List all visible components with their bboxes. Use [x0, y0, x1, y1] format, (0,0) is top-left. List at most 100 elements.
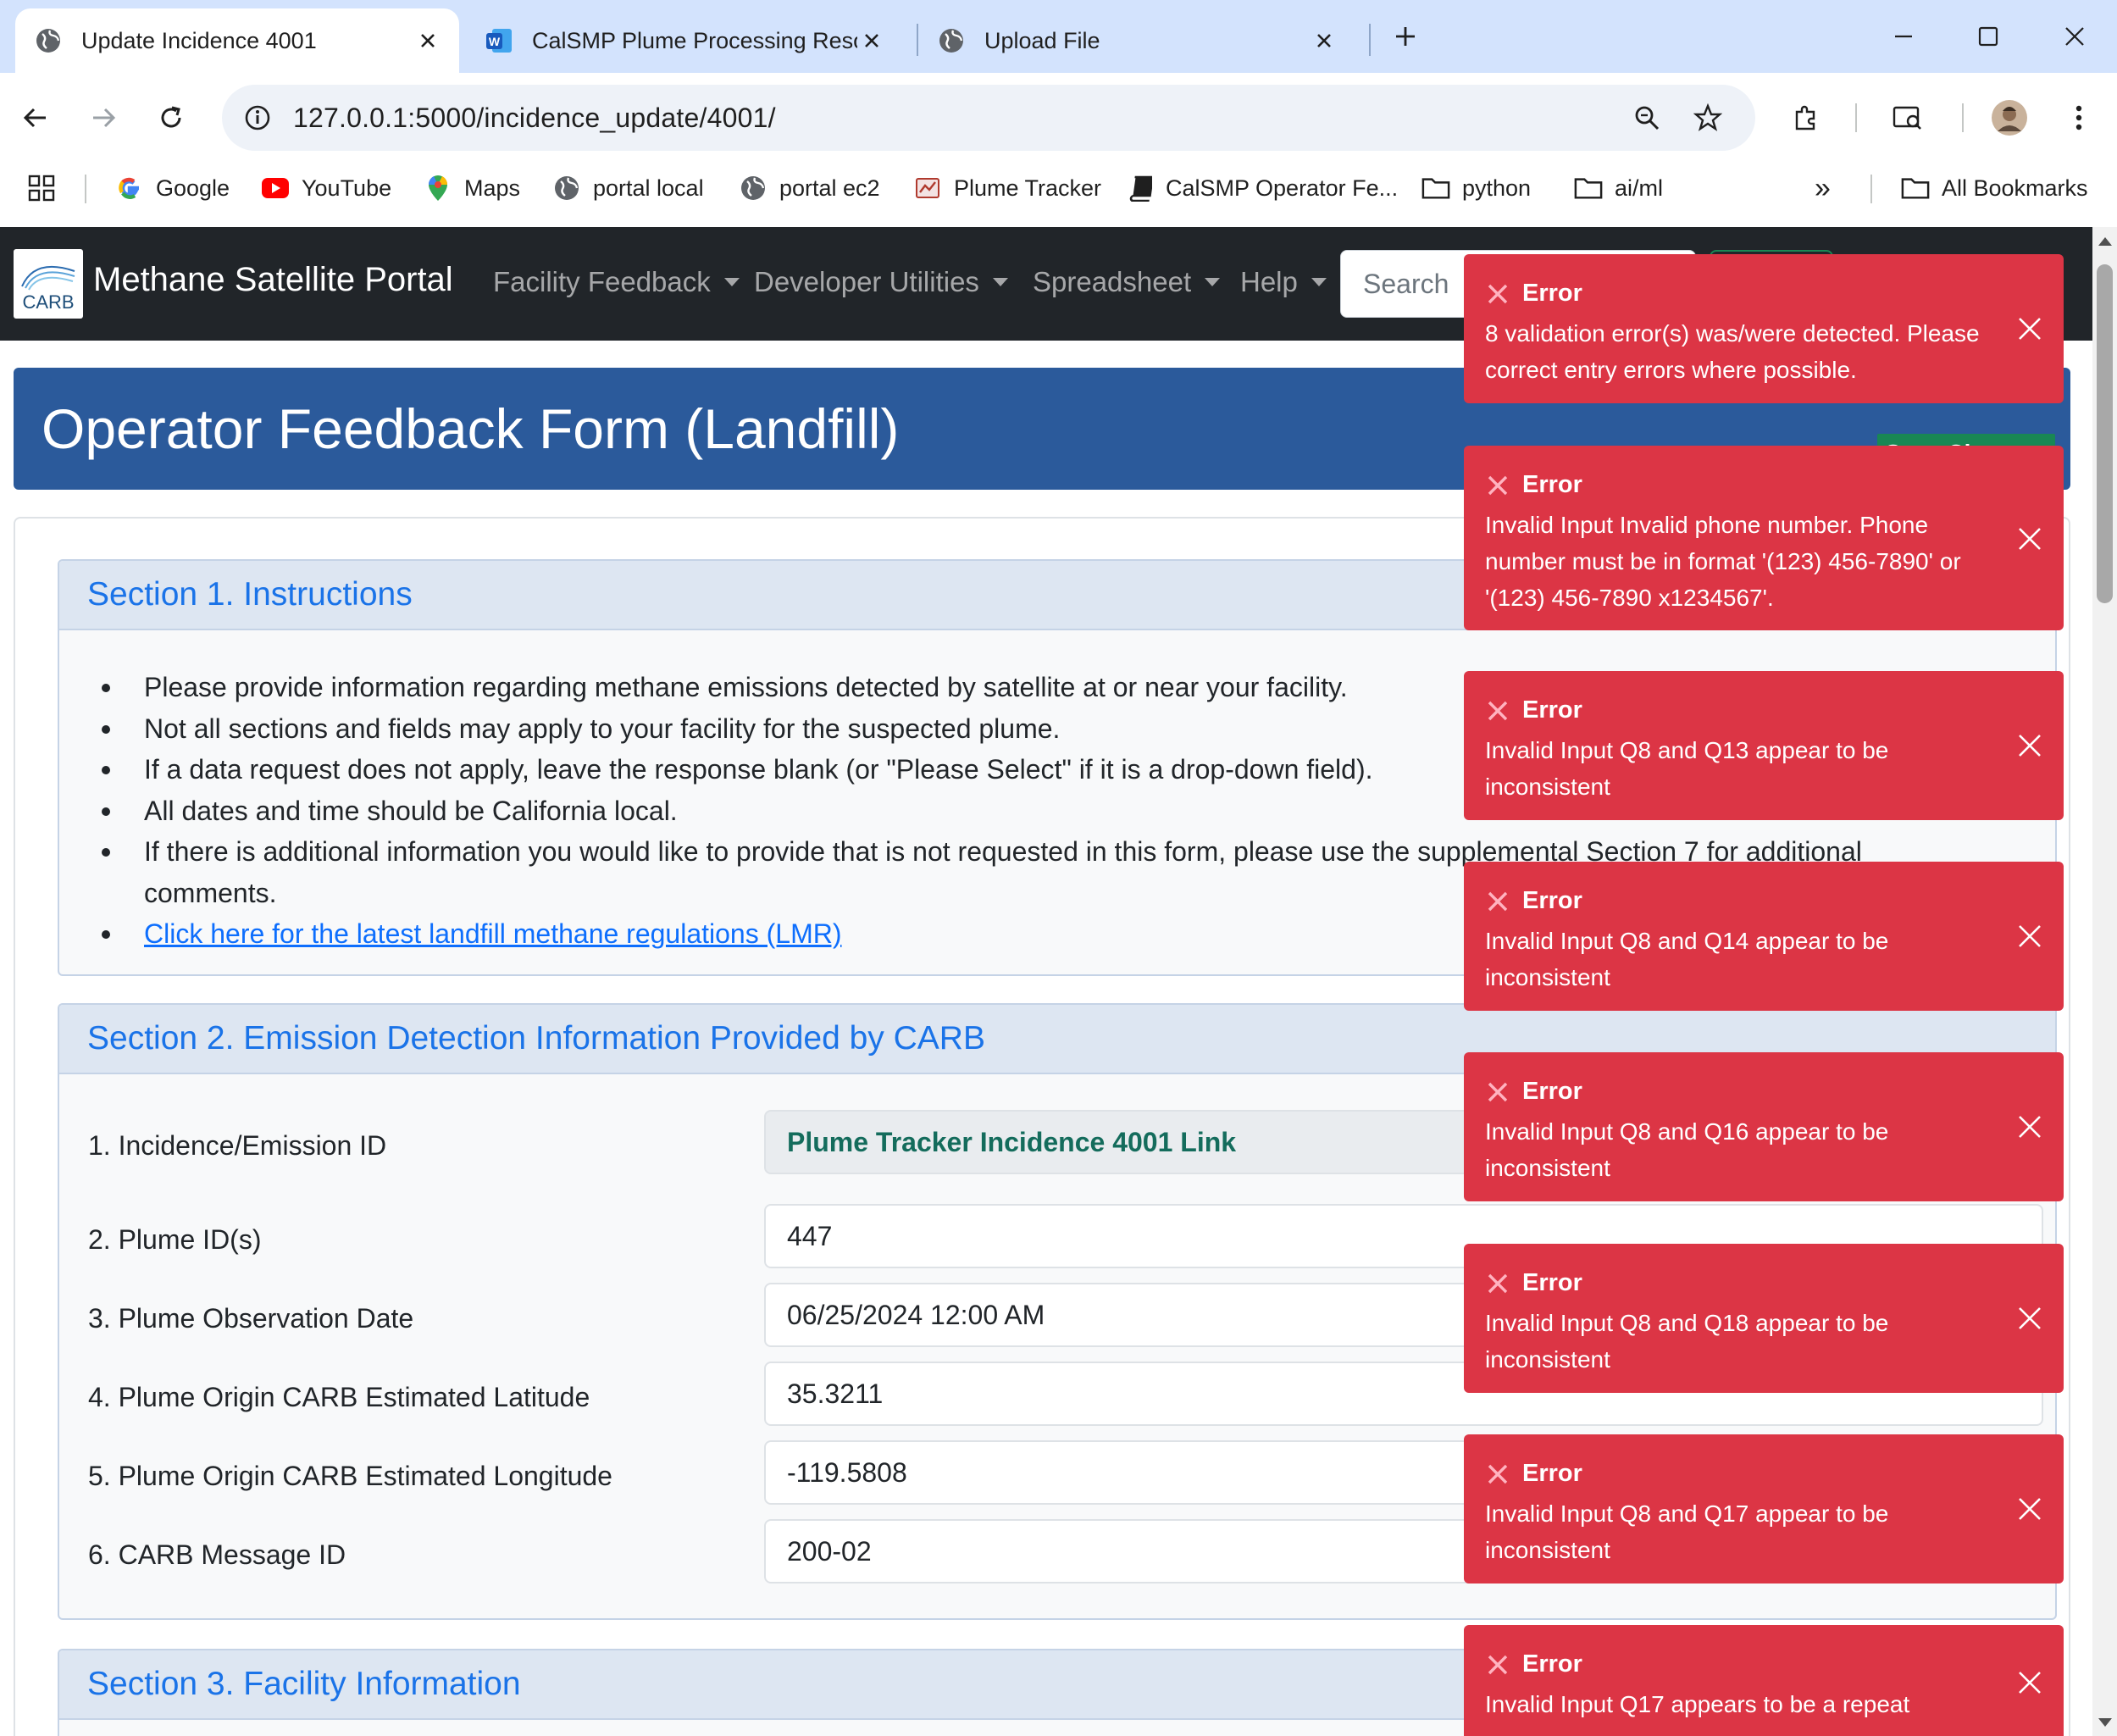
bookmark-separator [1870, 175, 1872, 203]
close-icon[interactable] [2013, 729, 2047, 763]
close-icon[interactable] [2013, 312, 2047, 346]
new-tab-icon[interactable] [1386, 17, 1425, 56]
youtube-icon [261, 174, 290, 202]
profile-avatar-icon[interactable] [1987, 96, 2031, 140]
close-icon[interactable] [2013, 919, 2047, 953]
reload-icon[interactable] [149, 96, 193, 140]
nav-label: Spreadsheet [1033, 266, 1192, 297]
toast-message: Invalid Input Q17 appears to be a repeat [1485, 1691, 1910, 1717]
bookmarks-bar: Google YouTube Maps portal local portal … [0, 164, 2117, 227]
close-icon[interactable] [2013, 1301, 2047, 1335]
close-icon[interactable] [2013, 522, 2047, 556]
globe-icon [34, 26, 63, 55]
back-arrow-icon[interactable] [14, 96, 58, 140]
toast-message: Invalid Input Q8 and Q16 appear to be in… [1485, 1118, 1889, 1181]
nav-facility-feedback[interactable]: Facility Feedback [493, 266, 740, 298]
address-bar[interactable]: 127.0.0.1:5000/incidence_update/4001/ [222, 85, 1755, 151]
field-label: 6. CARB Message ID [88, 1539, 346, 1570]
error-x-icon [1485, 1652, 1510, 1678]
close-icon[interactable] [2013, 1492, 2047, 1526]
field-label: 4. Plume Origin CARB Estimated Latitude [88, 1382, 590, 1412]
browser-toolbar: 127.0.0.1:5000/incidence_update/4001/ [0, 73, 2117, 164]
bookmark-separator [85, 175, 86, 203]
toast-message: Invalid Input Q8 and Q14 appear to be in… [1485, 928, 1889, 990]
scroll-up-arrow-icon[interactable] [2098, 237, 2112, 246]
caret-down-icon [992, 278, 1008, 286]
error-toast: Error Invalid Input Invalid phone number… [1464, 446, 2064, 630]
error-x-icon [1485, 281, 1510, 307]
lmr-regulations-link[interactable]: Click here for the latest landfill metha… [144, 918, 841, 949]
bookmark-label: All Bookmarks [1942, 175, 2088, 201]
zoom-icon[interactable] [1625, 96, 1669, 140]
error-toast: Error Invalid Input Q17 appears to be a … [1464, 1625, 2064, 1736]
bookmark-plume-tracker[interactable]: Plume Tracker [913, 164, 1101, 212]
nav-spreadsheet[interactable]: Spreadsheet [1033, 266, 1221, 298]
scrollbar-thumb[interactable] [2097, 264, 2113, 603]
nav-developer-utilities[interactable]: Developer Utilities [754, 266, 1008, 298]
tab-search-icon[interactable] [1886, 96, 1930, 140]
bookmark-portal-ec2[interactable]: portal ec2 [739, 164, 880, 212]
more-menu-icon[interactable] [2057, 96, 2101, 140]
page-scrollbar[interactable] [2092, 227, 2117, 1736]
toast-title: Error [1522, 1269, 1582, 1296]
error-toast: Error 8 validation error(s) was/were det… [1464, 254, 2064, 403]
tab-update-incidence[interactable]: Update Incidence 4001 [15, 8, 459, 73]
bookmark-label: CalSMP Operator Fe... [1166, 175, 1399, 201]
error-x-icon [1485, 1461, 1510, 1487]
tab-upload-file[interactable]: Upload File [932, 8, 1355, 73]
bookmark-youtube[interactable]: YouTube [261, 164, 391, 212]
field-label: 1. Incidence/Emission ID [88, 1130, 387, 1161]
close-icon[interactable] [2013, 1110, 2047, 1144]
bookmark-maps[interactable]: Maps [424, 164, 520, 212]
maps-pin-icon [424, 174, 452, 202]
error-toast: Error Invalid Input Q8 and Q16 appear to… [1464, 1052, 2064, 1201]
tab-title: Upload File [984, 27, 1100, 53]
close-tab-icon[interactable] [1310, 26, 1338, 55]
toast-title: Error [1522, 1650, 1582, 1678]
globe-icon [937, 26, 966, 55]
brand-title[interactable]: Methane Satellite Portal [93, 261, 453, 299]
bookmark-label: portal ec2 [779, 175, 880, 201]
close-window-icon[interactable] [2055, 17, 2094, 56]
bookmark-google[interactable]: Google [115, 164, 230, 212]
plume-tracker-icon [913, 174, 942, 202]
tab-title: Update Incidence 4001 [81, 27, 317, 53]
bookmark-label: python [1462, 175, 1532, 201]
nav-help[interactable]: Help [1240, 266, 1327, 298]
extensions-icon[interactable] [1784, 96, 1828, 140]
bookmark-folder-ai-ml[interactable]: ai/ml [1574, 164, 1663, 212]
minimize-icon[interactable] [1884, 17, 1923, 56]
toast-title: Error [1522, 696, 1582, 724]
svg-text:W: W [489, 35, 501, 48]
toolbar-separator [1855, 103, 1857, 132]
error-toast: Error Invalid Input Q8 and Q14 appear to… [1464, 862, 2064, 1011]
error-toast: Error Invalid Input Q8 and Q18 appear to… [1464, 1244, 2064, 1393]
google-icon [115, 174, 144, 202]
toast-message: 8 validation error(s) was/were detected.… [1485, 320, 1980, 383]
logo-text: CARB [22, 291, 74, 313]
bookmark-portal-local[interactable]: portal local [552, 164, 704, 212]
tab-calsmp-plume-processing[interactable]: W CalSMP Plume Processing Reso [479, 8, 903, 73]
more-bookmarks-chevron-icon[interactable]: » [1815, 164, 1831, 212]
bookmark-folder-python[interactable]: python [1421, 164, 1531, 212]
close-icon[interactable] [2013, 1666, 2047, 1700]
globe-icon [552, 174, 581, 202]
close-tab-icon[interactable] [857, 26, 886, 55]
bookmark-label: ai/ml [1615, 175, 1664, 201]
bookmark-calsmp-operator[interactable]: CalSMP Operator Fe... [1125, 164, 1398, 212]
apps-grid-icon[interactable] [27, 164, 56, 212]
carb-logo[interactable]: CARB [14, 249, 83, 319]
forward-arrow-icon[interactable] [81, 96, 125, 140]
bookmark-label: portal local [593, 175, 704, 201]
toast-message: Invalid Input Q8 and Q13 appear to be in… [1485, 737, 1889, 800]
globe-icon [739, 174, 768, 202]
site-info-icon[interactable] [236, 96, 280, 140]
bookmark-star-icon[interactable] [1686, 96, 1730, 140]
caret-down-icon [1311, 278, 1327, 286]
caret-down-icon [1205, 278, 1221, 286]
close-tab-icon[interactable] [413, 26, 442, 55]
maximize-icon[interactable] [1969, 17, 2008, 56]
scroll-down-arrow-icon[interactable] [2098, 1718, 2112, 1727]
field-label: 2. Plume ID(s) [88, 1224, 262, 1255]
all-bookmarks[interactable]: All Bookmarks [1901, 164, 2088, 212]
